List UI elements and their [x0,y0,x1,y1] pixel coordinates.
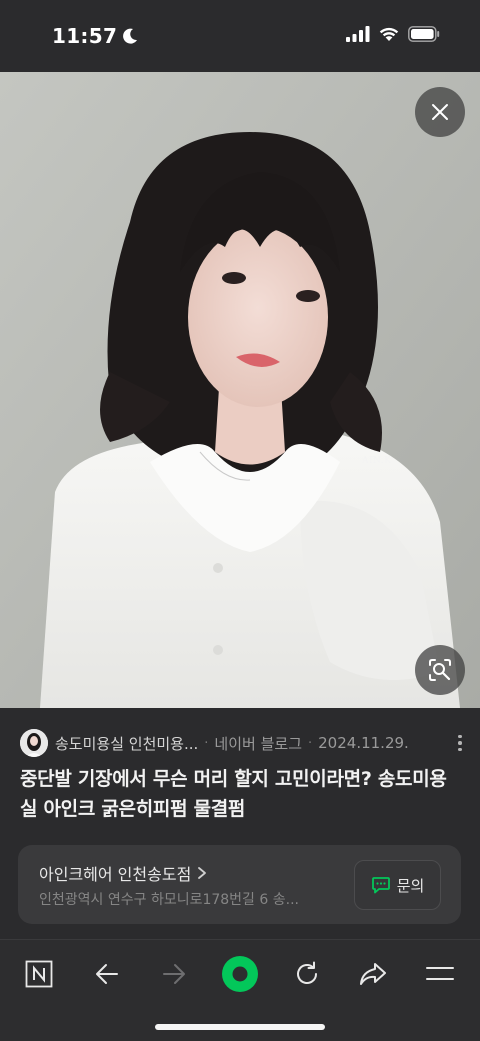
meta-separator: · [308,735,313,751]
post-source: 네이버 블로그 [214,734,302,753]
place-address: 인천광역시 연수구 하모니로178번길 6 송... [39,892,299,908]
green-dot-icon [222,956,258,992]
green-dot-button[interactable] [218,952,262,996]
signal-icon [346,26,370,42]
close-icon [432,104,448,120]
post-image[interactable]: AIN.K [0,72,480,708]
menu-icon [426,967,454,980]
home-indicator[interactable] [155,1024,325,1030]
menu-button[interactable] [418,952,462,996]
moon-icon [123,28,138,44]
place-name-link[interactable]: 아인크헤어 인천송도점 [39,861,207,885]
post-title[interactable]: 중단발 기장에서 무슨 머리 할지 고민이라면? 송도미용실 아인크 굵은히피펌… [20,764,460,824]
chat-icon [371,877,390,894]
reload-icon [297,961,317,984]
image-search-button[interactable] [415,645,465,695]
inquiry-label: 문의 [396,876,425,895]
chevron-right-icon [198,867,207,879]
reload-button[interactable] [285,952,329,996]
status-time-label: 11:57 [52,24,118,48]
status-indicators [346,26,440,42]
meta-separator: · [204,735,209,751]
back-arrow-icon [96,964,118,984]
image-search-icon [429,659,451,681]
share-icon [360,963,386,985]
post-meta: 송도미용실 인천미용... · 네이버 블로그 · 2024.11.29. [20,728,470,758]
inquiry-button[interactable]: 문의 [354,860,441,910]
status-time: 11:57 [52,24,139,48]
naver-home-icon [25,960,53,988]
avatar-image [20,729,48,757]
forward-button[interactable] [152,952,196,996]
naver-home-button[interactable] [17,952,61,996]
more-options-button[interactable] [450,733,470,753]
blog-avatar[interactable] [20,729,48,757]
back-button[interactable] [85,952,129,996]
place-card[interactable]: 아인크헤어 인천송도점 인천광역시 연수구 하모니로178번길 6 송... 문… [18,845,461,924]
close-button[interactable] [415,87,465,137]
blog-name[interactable]: 송도미용실 인천미용... [55,733,198,754]
battery-icon [408,26,440,42]
forward-arrow-icon [163,964,185,984]
post-date: 2024.11.29. [318,734,409,752]
place-name: 아인크헤어 인천송도점 [39,865,192,884]
portrait-illustration [0,72,480,708]
status-bar: 11:57 [0,0,480,72]
photo-watermark: AIN.K [362,456,392,466]
share-button[interactable] [351,952,395,996]
more-vertical-icon [458,734,462,739]
wifi-icon [379,27,399,41]
